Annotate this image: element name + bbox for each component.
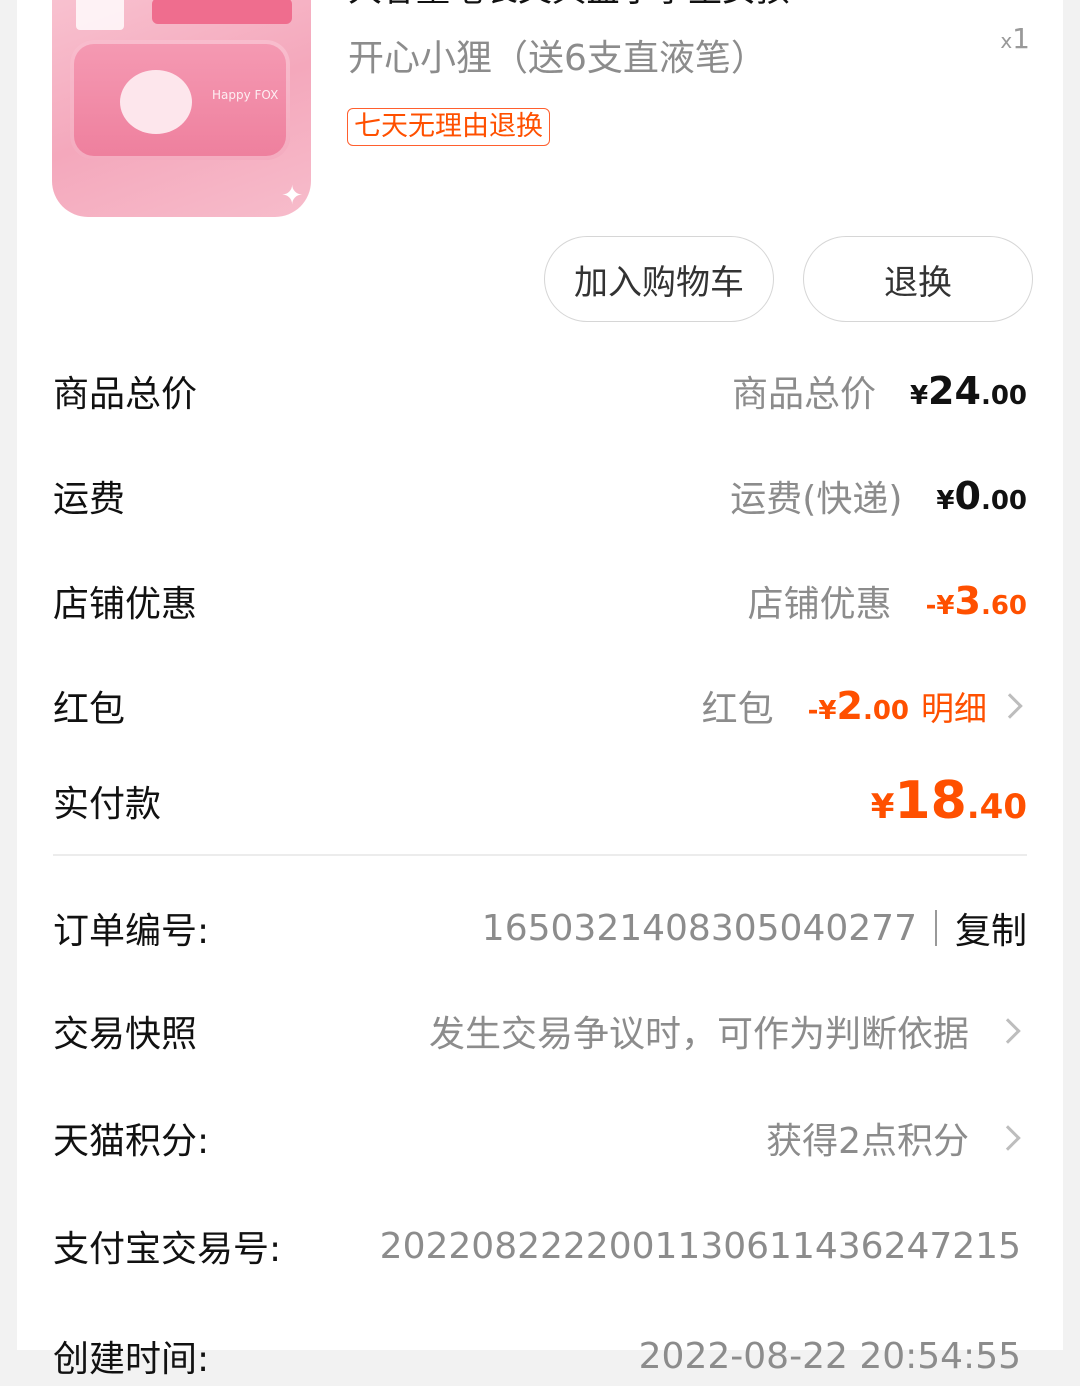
snapshot-label: 交易快照 <box>53 1014 198 1055</box>
points-value: 获得2点积分 <box>766 1121 969 1162</box>
product-tag-graphic <box>152 0 292 24</box>
created-time-value: 2022-08-22 20:54:55 <box>638 1335 1021 1377</box>
shipping-amount: ¥0.00 <box>936 474 1027 518</box>
image-caption: Happy FOX <box>212 88 279 102</box>
order-detail-card: Happy FOX ✦ 大容量笔袋文具盒小学生女孩 开心小狸（送6支直液笔） x… <box>17 0 1063 1380</box>
alipay-row: 支付宝交易号: 2022082222001130611436247215 <box>53 1216 1027 1276</box>
copy-order-number-button[interactable]: 复制 <box>955 902 1027 954</box>
goods-total-sublabel: 商品总价 <box>731 374 876 415</box>
paid-label: 实付款 <box>53 784 162 825</box>
store-discount-amount: -¥3.60 <box>925 579 1027 623</box>
store-discount-label: 店铺优惠 <box>53 584 198 625</box>
order-number-label: 订单编号: <box>53 911 210 952</box>
sparkle-icon: ✦ <box>281 181 303 211</box>
chevron-right-icon <box>995 1125 1021 1151</box>
red-packet-sublabel: 红包 <box>701 689 774 730</box>
snapshot-row[interactable]: 交易快照 发生交易争议时，可作为判断依据 <box>53 1001 1027 1061</box>
red-packet-amount: -¥2.00 <box>807 684 909 728</box>
shipping-label: 运费 <box>53 479 126 520</box>
red-packet-label: 红包 <box>53 689 126 730</box>
created-time-label: 创建时间: <box>53 1339 210 1380</box>
shipping-row: 运费 运费(快递) ¥0.00 <box>53 466 1027 526</box>
order-number-value: 1650321408305040277 <box>481 907 917 949</box>
alipay-value: 2022082222001130611436247215 <box>379 1225 1021 1267</box>
order-number-row: 订单编号: 1650321408305040277 复制 <box>53 898 1027 958</box>
separator <box>934 910 937 946</box>
points-label: 天猫积分: <box>53 1121 210 1162</box>
goods-total-row: 商品总价 商品总价 ¥24.00 <box>53 361 1027 421</box>
points-row[interactable]: 天猫积分: 获得2点积分 <box>53 1108 1027 1168</box>
product-thumbnail[interactable]: Happy FOX ✦ <box>52 0 311 217</box>
fox-face-graphic <box>120 70 192 134</box>
chevron-right-icon <box>995 1018 1021 1044</box>
snapshot-value: 发生交易争议时，可作为判断依据 <box>428 1014 969 1055</box>
product-title[interactable]: 大容量笔袋文具盒小学生女孩 <box>348 0 908 10</box>
paid-amount: ¥18.40 <box>870 771 1027 831</box>
product-quantity: x1 <box>1000 22 1030 55</box>
red-packet-detail-link[interactable]: 明细 <box>921 682 987 730</box>
goods-total-label: 商品总价 <box>53 374 198 415</box>
return-exchange-button[interactable]: 退换 <box>803 236 1033 322</box>
add-to-cart-button[interactable]: 加入购物车 <box>544 236 774 322</box>
goods-total-amount: ¥24.00 <box>909 369 1027 413</box>
paid-row: 实付款 ¥18.40 <box>53 766 1027 836</box>
pens-graphic <box>76 0 124 30</box>
created-time-row: 创建时间: 2022-08-22 20:54:55 <box>53 1326 1027 1386</box>
store-discount-row: 店铺优惠 店铺优惠 -¥3.60 <box>53 571 1027 631</box>
return-policy-badge: 七天无理由退换 <box>347 108 550 146</box>
chevron-right-icon <box>997 693 1023 719</box>
alipay-label: 支付宝交易号: <box>53 1229 282 1270</box>
shipping-sublabel: 运费(快递) <box>730 479 903 520</box>
store-discount-sublabel: 店铺优惠 <box>747 584 892 625</box>
section-divider <box>53 854 1027 856</box>
product-sku: 开心小狸（送6支直液笔） <box>348 38 767 79</box>
red-packet-row[interactable]: 红包 红包 -¥2.00 明细 <box>53 676 1027 736</box>
